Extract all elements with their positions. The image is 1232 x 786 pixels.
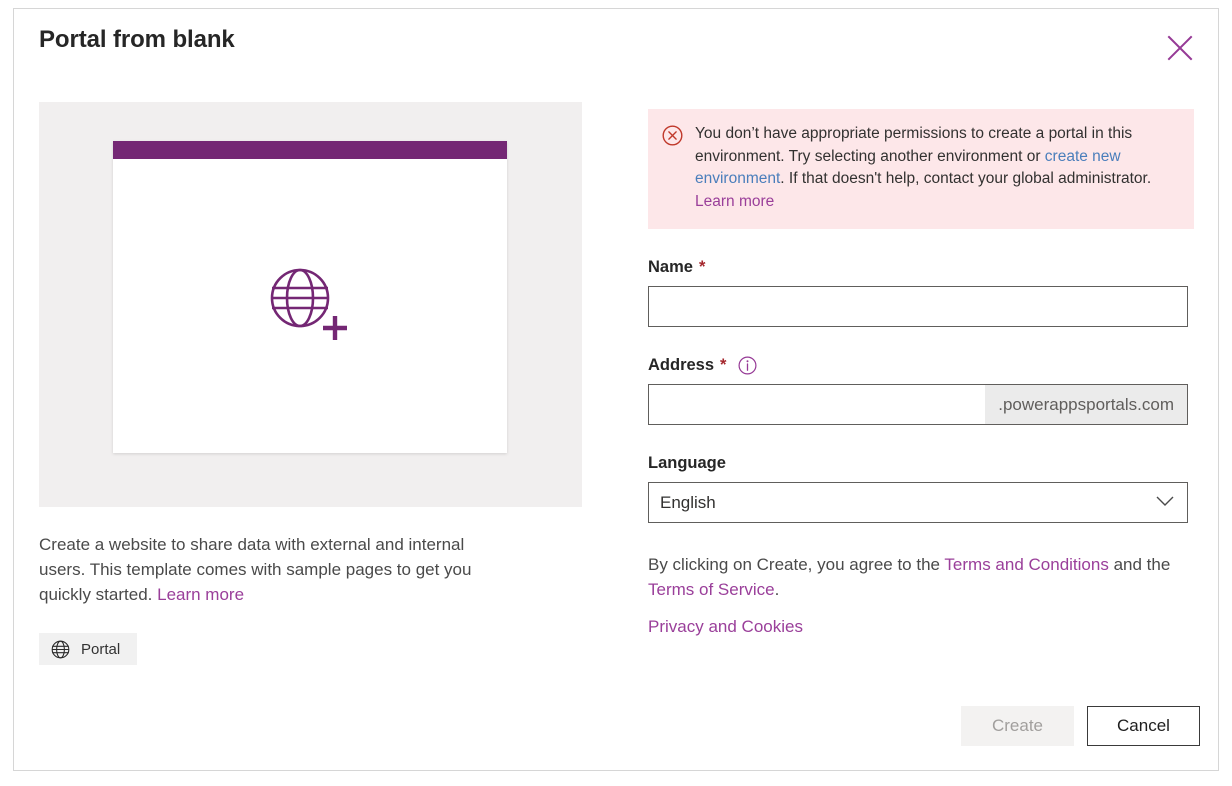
permissions-error-banner: You don’t have appropriate permissions t… bbox=[648, 109, 1194, 229]
name-input[interactable] bbox=[648, 286, 1188, 327]
globe-plus-icon bbox=[268, 266, 352, 347]
name-required-marker: * bbox=[698, 258, 706, 276]
permissions-error-text: You don’t have appropriate permissions t… bbox=[695, 123, 1165, 213]
template-learn-more-link[interactable]: Learn more bbox=[157, 585, 244, 604]
name-label: Name * bbox=[648, 258, 1188, 277]
template-tag-label: Portal bbox=[81, 640, 121, 658]
error-text-part2: . If that doesn't help, contact your glo… bbox=[780, 170, 1152, 187]
cancel-button[interactable]: Cancel bbox=[1087, 706, 1200, 746]
globe-icon bbox=[51, 640, 70, 659]
legal-terms-text: By clicking on Create, you agree to the … bbox=[648, 552, 1178, 602]
template-preview-frame bbox=[39, 102, 582, 507]
field-address: Address * .powerappsportals.com bbox=[648, 356, 1188, 425]
create-button[interactable]: Create bbox=[961, 706, 1074, 746]
field-name: Name * bbox=[648, 258, 1188, 327]
address-label-text: Address bbox=[648, 356, 715, 374]
terms-middle: and the bbox=[1108, 555, 1171, 574]
close-icon bbox=[1167, 35, 1193, 61]
address-input[interactable] bbox=[649, 385, 986, 424]
template-description: Create a website to share data with exte… bbox=[39, 532, 509, 607]
terms-suffix: . bbox=[774, 580, 780, 599]
language-select[interactable]: English bbox=[648, 482, 1188, 523]
name-label-text: Name bbox=[648, 258, 693, 276]
terms-and-conditions-link[interactable]: Terms and Conditions bbox=[944, 555, 1108, 574]
info-icon[interactable] bbox=[738, 356, 757, 375]
privacy-and-cookies-link[interactable]: Privacy and Cookies bbox=[648, 617, 803, 636]
preview-card-header-bar bbox=[113, 141, 507, 159]
close-button[interactable] bbox=[1160, 28, 1200, 68]
template-tag-portal: Portal bbox=[39, 633, 138, 665]
preview-card-body bbox=[113, 159, 507, 453]
privacy-cookies-row: Privacy and Cookies bbox=[648, 617, 1188, 637]
portal-form-column: You don’t have appropriate permissions t… bbox=[648, 109, 1194, 637]
template-preview-column: Create a website to share data with exte… bbox=[39, 102, 595, 665]
address-input-group: .powerappsportals.com bbox=[648, 384, 1188, 425]
field-language: Language English bbox=[648, 454, 1188, 523]
terms-of-service-link[interactable]: Terms of Service bbox=[648, 580, 775, 599]
address-label: Address * bbox=[648, 356, 1188, 375]
address-required-marker: * bbox=[720, 356, 727, 374]
page-title: Portal from blank bbox=[39, 26, 235, 53]
address-domain-suffix: .powerappsportals.com bbox=[985, 385, 1187, 424]
template-description-text: Create a website to share data with exte… bbox=[39, 535, 472, 604]
error-circle-x-icon bbox=[662, 125, 683, 213]
language-label: Language bbox=[648, 454, 1188, 473]
terms-prefix: By clicking on Create, you agree to the bbox=[648, 555, 945, 574]
dialog-footer: Create Cancel bbox=[961, 706, 1200, 746]
language-selected-value: English bbox=[660, 492, 716, 512]
language-label-text: Language bbox=[648, 454, 726, 472]
preview-card bbox=[113, 141, 507, 453]
portal-from-blank-dialog: Portal from blank Create a website to sh… bbox=[13, 8, 1219, 771]
chevron-down-icon bbox=[1156, 494, 1174, 512]
error-learn-more-link[interactable]: Learn more bbox=[695, 193, 774, 210]
